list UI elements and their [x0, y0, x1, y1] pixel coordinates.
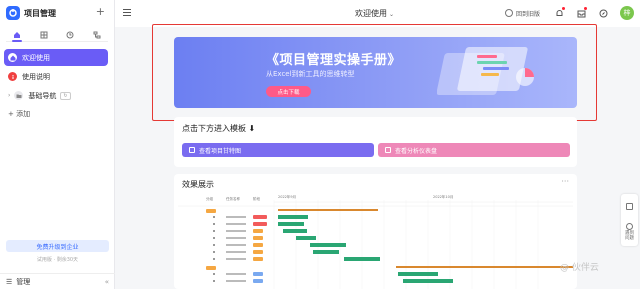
notification-icon[interactable] — [554, 7, 565, 18]
showcase-card: 效果展示 ··· 分组 任务名称 阶段 2022年9月 2022年10月 — [174, 174, 577, 289]
more-icon[interactable]: ··· — [561, 177, 569, 186]
notification-dot — [562, 7, 565, 10]
side-toolbar: 遇到 问题 — [621, 194, 638, 246]
sidebar-item-label: 使用说明 — [22, 72, 50, 81]
sidebar-item-label: 基础导航 — [28, 91, 57, 100]
sidebar: 项目管理 + 欢迎使用 使用说明 › 基础导航 ↻ + 添加 免费升级到企业 试… — [0, 0, 115, 289]
gantt-preview: 分组 任务名称 阶段 2022年9月 2022年10月 — [178, 194, 573, 289]
compass-icon[interactable] — [598, 8, 608, 18]
folder-icon — [14, 91, 24, 100]
gantt-template-label: 查看项目甘特图 — [199, 147, 242, 155]
chevron-down-icon: ⌄ — [389, 11, 395, 18]
sitemap-icon — [93, 31, 101, 38]
template-title-text: 点击下方进入模板 — [182, 124, 246, 133]
page-title[interactable]: 欢迎使用 ⌄ — [355, 8, 394, 19]
tab-recent[interactable] — [63, 28, 77, 41]
info-icon — [8, 72, 17, 81]
gantt-col-task: 任务名称 — [226, 196, 240, 201]
sidebar-nav: 欢迎使用 使用说明 › 基础导航 ↻ — [4, 49, 108, 106]
top-actions: 回到旧版 梓 — [504, 6, 634, 20]
download-button[interactable]: 点击下载 — [266, 86, 311, 97]
tab-structure[interactable] — [90, 28, 104, 41]
upgrade-button[interactable]: 免费升级到企业 — [6, 240, 109, 252]
arrow-down-icon: ⬇ — [248, 124, 256, 133]
sidebar-item-label: 欢迎使用 — [22, 53, 50, 62]
sidebar-footer[interactable]: ☰ 管理 « — [0, 273, 115, 289]
layout-icon — [626, 202, 633, 210]
inbox-icon[interactable] — [576, 7, 587, 18]
tab-grid[interactable] — [37, 28, 51, 41]
history-icon — [504, 9, 513, 17]
showcase-title: 效果展示 — [182, 180, 214, 189]
sidebar-item-basic-nav[interactable]: › 基础导航 ↻ — [4, 87, 108, 104]
banner-subtitle: 从Excel到新工具的思维转型 — [266, 70, 355, 78]
brand-name: 项目管理 — [24, 8, 56, 18]
hamburger-icon[interactable] — [123, 9, 131, 16]
dashboard-template-label: 查看分析仪表盘 — [395, 147, 438, 155]
sidebar-item-welcome[interactable]: 欢迎使用 — [4, 49, 108, 66]
watermark: @ 伙伴云 — [560, 263, 599, 273]
old-version-link[interactable]: 回到旧版 — [504, 9, 540, 18]
top-bar: 欢迎使用 ⌄ 回到旧版 梓 — [115, 0, 640, 27]
template-card: 点击下方进入模板 ⬇ 查看项目甘特图 查看分析仪表盘 — [174, 117, 577, 167]
clock-icon — [66, 31, 74, 38]
help-tool[interactable]: 遇到 问题 — [621, 219, 638, 244]
menu-icon: ☰ — [6, 277, 13, 286]
sidebar-tabs — [6, 28, 108, 42]
dashboard-illustration — [437, 47, 534, 95]
add-app-button[interactable]: + — [96, 6, 105, 18]
gantt-template-button[interactable]: 查看项目甘特图 — [182, 143, 374, 157]
tab-home[interactable] — [10, 28, 24, 42]
inbox-dot — [584, 7, 587, 10]
chevron-right-icon[interactable]: › — [8, 92, 10, 99]
dashboard-template-button[interactable]: 查看分析仪表盘 — [378, 143, 570, 157]
gantt-month-sep: 2022年9月 — [278, 194, 296, 199]
add-link[interactable]: + 添加 — [8, 109, 30, 119]
avatar[interactable]: 梓 — [620, 6, 634, 20]
app-logo-icon — [6, 6, 20, 20]
home-icon — [14, 31, 20, 38]
template-title: 点击下方进入模板 ⬇ — [182, 123, 255, 134]
brand[interactable]: 项目管理 — [6, 6, 56, 20]
grid-icon — [40, 31, 48, 38]
manage-label: 管理 — [16, 277, 31, 286]
gantt-month-oct: 2022年10月 — [433, 194, 453, 199]
trial-status: 试用版 · 剩余30天 — [36, 257, 79, 263]
sync-badge: ↻ — [60, 91, 71, 100]
handbook-banner[interactable]: 《项目管理实操手册》 从Excel到新工具的思维转型 点击下载 — [174, 37, 577, 108]
help-label: 遇到 问题 — [625, 230, 634, 241]
layout-tool[interactable] — [621, 194, 638, 219]
sidebar-item-guide[interactable]: 使用说明 — [4, 68, 108, 85]
page-title-text: 欢迎使用 — [355, 9, 387, 18]
gantt-col-stage: 阶段 — [253, 196, 261, 201]
question-icon — [626, 222, 633, 230]
banner-title: 《项目管理实操手册》 — [266, 53, 402, 68]
home-icon — [8, 53, 17, 62]
old-version-label: 回到旧版 — [515, 10, 540, 18]
calendar-icon — [189, 147, 195, 153]
gantt-col-group: 分组 — [206, 196, 213, 201]
collapse-icon[interactable]: « — [105, 278, 109, 286]
chart-icon — [385, 147, 391, 153]
